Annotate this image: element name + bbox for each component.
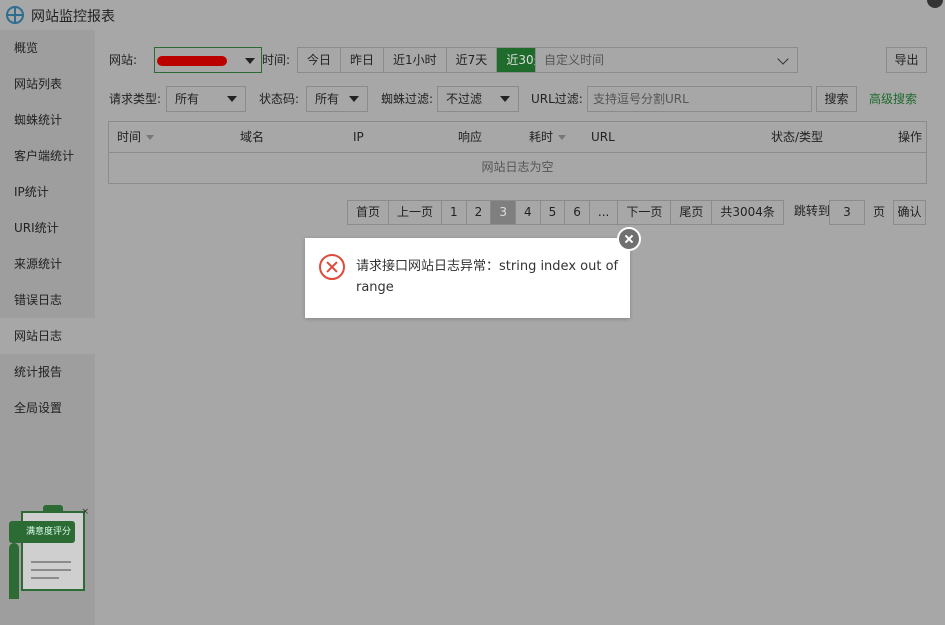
column-header-url: URL <box>591 130 615 144</box>
spider-filter-value: 不过滤 <box>446 92 483 106</box>
sidebar-item-overview[interactable]: 概览 <box>0 30 95 66</box>
dropdown-caret-icon <box>500 96 510 102</box>
filter-row-time: 网站: 时间: 今日 昨日 近1小时 近7天 近30天 自定义时间 导出 <box>109 47 939 73</box>
prev-page-button[interactable]: 上一页 <box>388 200 443 225</box>
spider-filter-label: 蜘蛛过滤: <box>381 92 434 106</box>
page-button[interactable]: 5 <box>539 200 566 225</box>
advanced-search-link[interactable]: 高级搜索 <box>869 86 917 112</box>
jump-confirm-button[interactable]: 确认 <box>893 200 926 225</box>
sort-arrow-icon <box>558 135 567 140</box>
dropdown-caret-icon <box>245 58 255 64</box>
column-header-ip: IP <box>353 130 364 144</box>
table-empty-message: 网站日志为空 <box>481 160 554 174</box>
current-page-button[interactable]: 3 <box>490 200 516 225</box>
spider-filter-select[interactable]: 不过滤 <box>437 86 519 112</box>
url-filter-label: URL过滤: <box>531 92 583 106</box>
chevron-down-icon <box>777 53 789 65</box>
time-today-button[interactable]: 今日 <box>298 48 342 72</box>
search-button[interactable]: 搜索 <box>816 86 857 112</box>
form-line-icon <box>31 569 71 571</box>
clipboard-clip-icon <box>43 505 63 513</box>
page-ellipsis: ... <box>588 200 619 225</box>
sidebar-item-error-log[interactable]: 错误日志 <box>0 282 95 318</box>
column-header-duration[interactable]: 耗时 <box>529 122 567 153</box>
sidebar-item-global-settings[interactable]: 全局设置 <box>0 390 95 426</box>
first-page-button[interactable]: 首页 <box>347 200 390 225</box>
status-code-select[interactable]: 所有 <box>306 86 368 112</box>
request-type-label: 请求类型: <box>109 92 162 106</box>
url-filter-placeholder: 支持逗号分割URL <box>593 92 689 106</box>
time-label: 时间: <box>262 53 291 67</box>
person-icon <box>9 543 19 599</box>
window-close-icon[interactable] <box>927 0 943 8</box>
time-7days-button[interactable]: 近7天 <box>446 48 498 72</box>
request-type-value: 所有 <box>175 92 200 106</box>
export-button[interactable]: 导出 <box>886 47 927 73</box>
column-header-domain: 域名 <box>240 130 265 144</box>
log-table: 时间 域名 IP 响应 耗时 URL 状态/类型 操作 网站日志为空 <box>108 121 927 184</box>
error-icon <box>319 254 345 280</box>
pagination: 首页 上一页 1 2 3 4 5 6 ... 下一页 尾页 共3004条 跳转到 <box>347 200 834 225</box>
rating-close-icon[interactable]: × <box>81 507 89 517</box>
form-line-icon <box>31 561 71 563</box>
status-code-label: 状态码: <box>259 92 300 106</box>
error-dialog: 请求接口网站日志异常：string index out of range <box>305 227 641 318</box>
app-title: 网站监控报表 <box>31 9 115 25</box>
column-header-actions: 操作 <box>898 130 923 144</box>
page-button[interactable]: 2 <box>465 200 492 225</box>
dropdown-caret-icon <box>349 96 359 102</box>
main-content: 网站: 时间: 今日 昨日 近1小时 近7天 近30天 自定义时间 导出 请求类… <box>95 30 945 625</box>
jump-to-label: 跳转到 <box>789 200 834 225</box>
rating-label: 满意度评分 <box>9 521 75 543</box>
request-type-select[interactable]: 所有 <box>166 86 246 112</box>
table-header: 时间 域名 IP 响应 耗时 URL 状态/类型 操作 <box>109 122 926 153</box>
form-line-icon <box>31 577 59 579</box>
page-button[interactable]: 4 <box>514 200 541 225</box>
time-yesterday-button[interactable]: 昨日 <box>341 48 385 72</box>
filter-row-request: 请求类型: 所有 状态码: 所有 蜘蛛过滤: 不过滤 URL过滤: 支持逗号分割… <box>109 86 939 112</box>
monitor-logo-icon <box>6 6 24 24</box>
sidebar-item-uri-stats[interactable]: URI统计 <box>0 210 95 246</box>
total-count: 共3004条 <box>711 200 784 225</box>
status-code-value: 所有 <box>315 92 340 106</box>
dialog-close-icon[interactable] <box>617 227 641 251</box>
custom-time-picker[interactable]: 自定义时间 <box>535 47 798 73</box>
page-button[interactable]: 1 <box>441 200 467 225</box>
column-header-time[interactable]: 时间 <box>117 122 155 153</box>
satisfaction-rating-widget[interactable]: 满意度评分 × <box>5 505 89 599</box>
sidebar-item-site-list[interactable]: 网站列表 <box>0 66 95 102</box>
site-label: 网站: <box>109 53 138 67</box>
last-page-button[interactable]: 尾页 <box>670 200 713 225</box>
column-header-status-type: 状态/类型 <box>771 130 824 144</box>
custom-time-placeholder: 自定义时间 <box>544 53 605 67</box>
jump-page-input[interactable]: 3 <box>829 200 865 225</box>
title-bar: 网站监控报表 <box>0 0 945 30</box>
sidebar-item-spider-stats[interactable]: 蜘蛛统计 <box>0 102 95 138</box>
page-unit-label: 页 <box>873 205 886 219</box>
dropdown-caret-icon <box>227 96 237 102</box>
sidebar-item-referrer-stats[interactable]: 来源统计 <box>0 246 95 282</box>
error-message: 请求接口网站日志异常：string index out of range <box>356 259 619 295</box>
redacted-site-name <box>157 56 227 66</box>
time-1hour-button[interactable]: 近1小时 <box>384 48 447 72</box>
site-select[interactable] <box>154 47 262 73</box>
sort-arrow-icon <box>146 135 155 140</box>
sidebar-item-site-log[interactable]: 网站日志 <box>0 318 95 354</box>
page-button[interactable]: 6 <box>564 200 590 225</box>
sidebar-item-ip-stats[interactable]: IP统计 <box>0 174 95 210</box>
column-header-response: 响应 <box>458 130 483 144</box>
sidebar-item-report[interactable]: 统计报告 <box>0 354 95 390</box>
next-page-button[interactable]: 下一页 <box>617 200 672 225</box>
sidebar-item-client-stats[interactable]: 客户端统计 <box>0 138 95 174</box>
url-filter-input[interactable]: 支持逗号分割URL <box>587 86 812 112</box>
time-range-group: 今日 昨日 近1小时 近7天 近30天 <box>297 47 556 73</box>
